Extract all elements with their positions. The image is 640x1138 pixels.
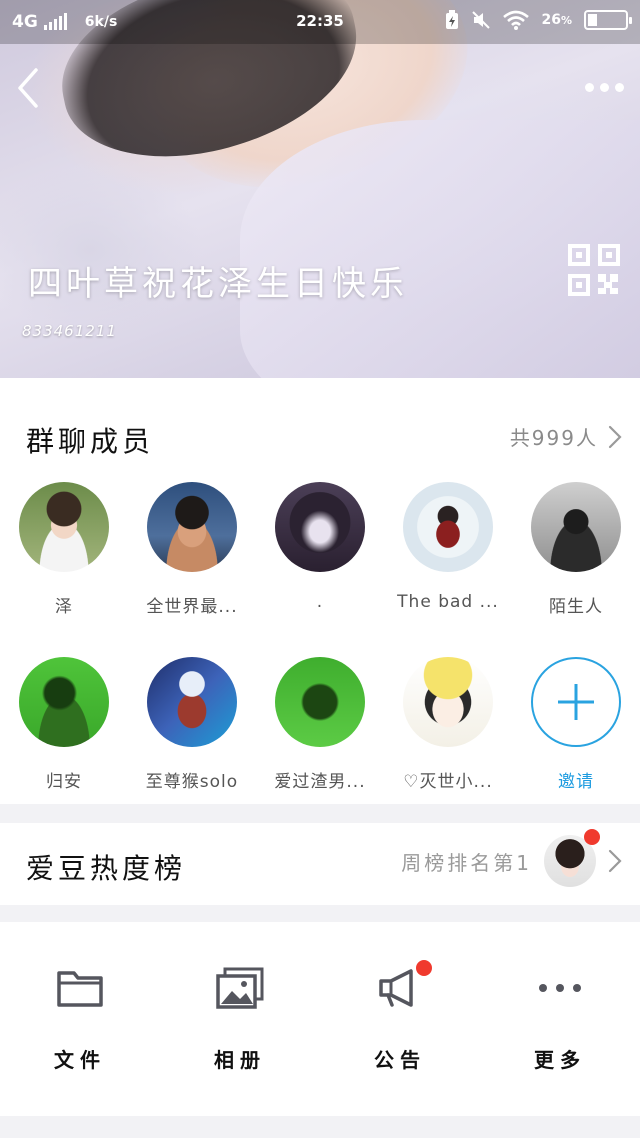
- avatar: [544, 829, 600, 887]
- more-dots-icon: [534, 966, 586, 1010]
- avatar: [19, 657, 109, 747]
- announcement-label: 公告: [374, 1048, 426, 1072]
- idol-ranking-row[interactable]: 爱豆热度榜 周榜排名第1: [0, 823, 640, 905]
- qr-code-button[interactable]: [568, 244, 620, 296]
- member-name: The bad ...: [397, 592, 499, 612]
- member-name: 归安: [46, 772, 82, 792]
- mute-icon: [472, 11, 491, 29]
- group-cover-banner: 4G 6k/s 22:35 26% 四叶草祝花泽生日快乐 833461211: [0, 0, 640, 378]
- folder-icon: [54, 966, 106, 1010]
- invite-member-button[interactable]: 邀请: [512, 657, 640, 792]
- avatar: [403, 482, 493, 572]
- member-item[interactable]: .: [256, 482, 384, 617]
- invite-label: 邀请: [558, 772, 594, 792]
- member-item[interactable]: 爱过渣男...: [256, 657, 384, 792]
- week-rank-text: 周榜排名第1: [401, 850, 532, 875]
- member-count-link[interactable]: 共999人: [510, 422, 622, 451]
- announcement-button[interactable]: 公告: [320, 922, 480, 1116]
- files-button[interactable]: 文件: [0, 922, 160, 1116]
- member-grid: 泽 全世界最... . The bad ... 陌生人 归安 至尊猴solo 爱…: [0, 482, 640, 792]
- more-label: 更多: [534, 1048, 586, 1072]
- member-count: 共999人: [509, 426, 598, 450]
- member-item[interactable]: 泽: [0, 482, 128, 617]
- avatar: [531, 482, 621, 572]
- avatar: [275, 482, 365, 572]
- notification-dot: [416, 960, 432, 976]
- group-members-section: 群聊成员 共999人 泽 全世界最... . The bad ... 陌生人 归…: [0, 378, 640, 804]
- avatar: [147, 657, 237, 747]
- megaphone-icon: [374, 960, 432, 1010]
- member-name: .: [316, 592, 324, 612]
- member-name: 陌生人: [549, 597, 603, 617]
- album-icon: [214, 966, 266, 1010]
- member-item[interactable]: 至尊猴solo: [128, 657, 256, 792]
- member-item[interactable]: 归安: [0, 657, 128, 792]
- group-name: 四叶草祝花泽生日快乐: [28, 264, 408, 304]
- files-label: 文件: [54, 1048, 106, 1072]
- avatar: [19, 482, 109, 572]
- avatar: [403, 657, 493, 747]
- qr-code-icon: [568, 244, 620, 296]
- chevron-right-icon: [608, 425, 622, 448]
- member-name: 至尊猴solo: [145, 772, 239, 792]
- notification-dot: [584, 829, 600, 845]
- member-item[interactable]: 陌生人: [512, 482, 640, 617]
- back-button[interactable]: [12, 66, 48, 110]
- chevron-right-icon: [608, 849, 622, 873]
- member-name: 爱过渣男...: [274, 772, 366, 792]
- members-section-title: 群聊成员: [26, 425, 155, 458]
- album-label: 相册: [214, 1048, 266, 1072]
- group-id: 833461211: [22, 322, 117, 340]
- member-name: 泽: [55, 597, 73, 617]
- more-button[interactable]: 更多: [480, 922, 640, 1116]
- member-item[interactable]: 全世界最...: [128, 482, 256, 617]
- wifi-icon: [503, 10, 530, 30]
- charging-icon: [446, 10, 459, 29]
- member-name: 全世界最...: [146, 597, 238, 617]
- avatar: [147, 482, 237, 572]
- battery-level: 26%: [541, 12, 572, 28]
- more-options-button[interactable]: [580, 72, 628, 102]
- status-bar: 4G 6k/s 22:35 26%: [0, 0, 640, 44]
- chevron-left-icon: [18, 68, 38, 108]
- ranking-title: 爱豆热度榜: [26, 852, 187, 885]
- album-button[interactable]: 相册: [160, 922, 320, 1116]
- avatar: [275, 657, 365, 747]
- battery-icon: [584, 10, 632, 30]
- plus-icon: [531, 657, 621, 747]
- group-tools-bar: 文件 相册 公告 更多: [0, 922, 640, 1116]
- member-item[interactable]: The bad ...: [384, 482, 512, 617]
- member-name: ♡灭世小...: [403, 772, 493, 792]
- member-item[interactable]: ♡灭世小...: [384, 657, 512, 792]
